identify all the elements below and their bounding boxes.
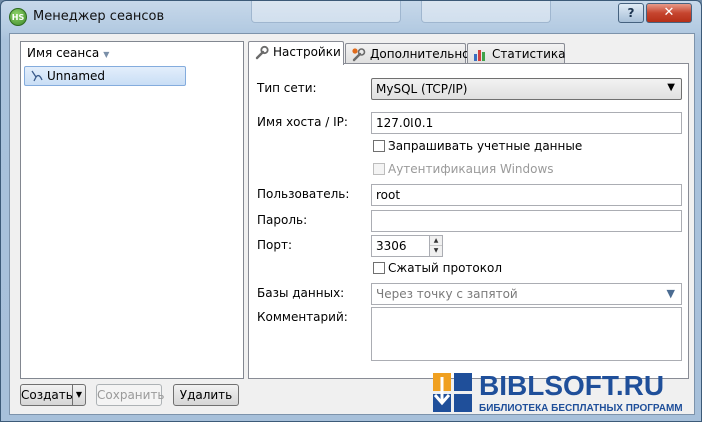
title-bar[interactable]: HS Менеджер сеансов ? ✕ [1,1,701,33]
create-dropdown-arrow-icon[interactable]: ▼ [72,385,85,405]
network-type-select[interactable]: MySQL (TCP/IP) ▼ [371,78,682,100]
databases-label: Базы данных: [257,286,345,300]
comment-label: Комментарий: [257,310,348,324]
sort-arrow-icon: ▼ [103,50,110,59]
watermark-title: BIBLSOFT.RU [479,370,665,401]
create-button-label: Создать [21,388,73,402]
tab-statistics-label: Статистика [492,47,566,61]
tab-advanced[interactable]: Дополнительно [345,43,470,64]
user-value: root [376,188,401,202]
session-list[interactable]: Имя сеанса ▼ Unnamed [20,41,244,379]
session-manager-window: HS Менеджер сеансов ? ✕ Имя сеанса ▼ Unna… [0,0,702,422]
session-name-column-label: Имя сеанса [27,46,100,60]
create-button[interactable]: Создать ▼ [20,384,86,406]
tab-advanced-label: Дополнительно [370,47,470,61]
connection-plug-icon [31,70,43,82]
wrench-icon [255,45,269,60]
compressed-protocol-checkbox[interactable]: Сжатый протокол [373,261,502,275]
close-button[interactable]: ✕ [646,3,692,23]
tab-statistics[interactable]: Статистика [467,43,566,64]
password-input[interactable] [371,210,682,232]
host-label: Имя хоста / IP: [257,115,348,129]
comment-textarea[interactable] [371,307,682,361]
dialog-client-area: Имя сеанса ▼ Unnamed Создать ▼ Сохранить … [9,33,695,415]
user-input[interactable]: root [371,184,682,206]
network-type-label: Тип сети: [257,81,317,95]
checkbox-box[interactable] [373,262,385,274]
chevron-down-icon[interactable]: ▼ [667,287,675,300]
wrench-star-icon [352,48,366,62]
host-value: 127.0.0.1 [376,116,434,130]
save-button[interactable]: Сохранить [96,384,165,406]
chevron-down-icon: ▼ [667,82,675,93]
port-stepper[interactable]: ▲ ▼ [429,235,443,257]
help-button[interactable]: ? [618,3,644,23]
tab-settings[interactable]: Настройки [248,41,344,65]
prompt-credentials-checkbox[interactable]: Запрашивать учетные данные [373,139,582,153]
databases-input[interactable]: Через точку с запятой ▼ [371,283,682,305]
bar-chart-icon [474,50,485,61]
text-cursor-icon: I [410,116,414,130]
stepper-down-icon[interactable]: ▼ [430,246,442,256]
watermark: BIBLSOFT.RU БИБЛИОТЕКА БЕСПЛАТНЫХ ПРОГРА… [431,369,701,421]
prompt-credentials-label: Запрашивать учетные данные [388,139,583,153]
session-item-label: Unnamed [47,69,106,83]
settings-panel: Тип сети: MySQL (TCP/IP) ▼ Имя хоста / I… [248,63,689,379]
port-label: Порт: [257,238,293,252]
window-title: Менеджер сеансов [33,9,165,24]
port-input[interactable]: 3306 [371,235,431,257]
delete-button[interactable]: Удалить [173,384,239,406]
checkbox-box[interactable] [373,140,385,152]
checkbox-box[interactable] [373,163,385,175]
password-label: Пароль: [257,213,308,227]
session-item[interactable]: Unnamed [24,66,186,86]
databases-placeholder: Через точку с запятой [376,287,518,301]
stepper-up-icon[interactable]: ▲ [430,236,442,246]
biblsoft-logo [433,373,472,412]
user-label: Пользователь: [257,187,350,201]
watermark-subtitle: БИБЛИОТЕКА БЕСПЛАТНЫХ ПРОГРАММ [479,403,683,414]
compressed-protocol-label: Сжатый протокол [388,261,503,275]
port-value: 3306 [376,239,407,253]
heidisql-app-icon: HS [9,8,27,26]
session-list-header[interactable]: Имя сеанса ▼ [21,42,243,64]
windows-auth-checkbox[interactable]: Аутентификация Windows [373,162,554,176]
network-type-value: MySQL (TCP/IP) [376,82,468,96]
host-input[interactable]: 127.0.0.1 I [371,112,682,134]
windows-auth-label: Аутентификация Windows [388,162,554,176]
tab-settings-label: Настройки [273,45,341,59]
